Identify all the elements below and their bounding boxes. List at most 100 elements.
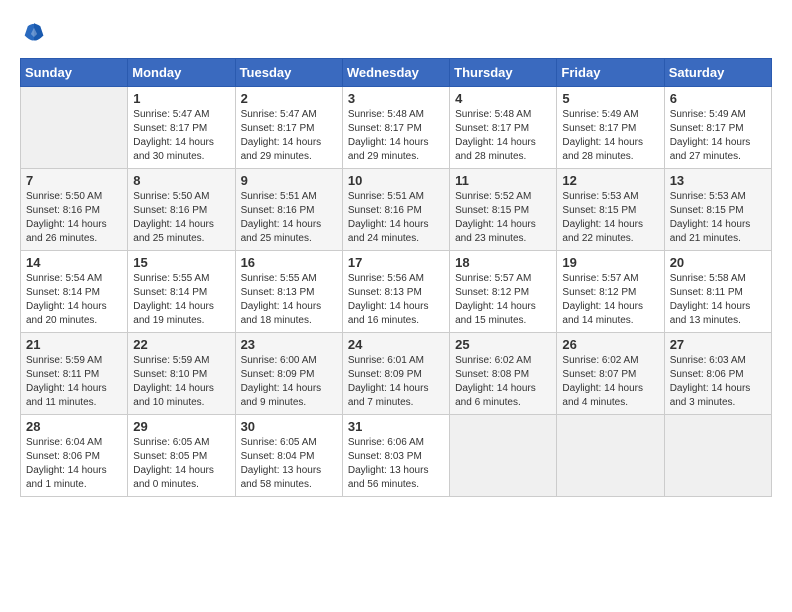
day-info: Sunrise: 5:49 AMSunset: 8:17 PMDaylight:… bbox=[670, 108, 766, 164]
day-info: Sunrise: 6:01 AMSunset: 8:09 PMDaylight:… bbox=[348, 354, 444, 410]
day-info: Sunrise: 6:06 AMSunset: 8:03 PMDaylight:… bbox=[348, 436, 444, 492]
day-info: Sunrise: 5:51 AMSunset: 8:16 PMDaylight:… bbox=[241, 190, 337, 246]
calendar-cell: 7Sunrise: 5:50 AMSunset: 8:16 PMDaylight… bbox=[21, 169, 128, 251]
day-info: Sunrise: 6:03 AMSunset: 8:06 PMDaylight:… bbox=[670, 354, 766, 410]
day-number: 11 bbox=[455, 173, 551, 188]
day-info: Sunrise: 5:50 AMSunset: 8:16 PMDaylight:… bbox=[133, 190, 229, 246]
calendar-cell: 15Sunrise: 5:55 AMSunset: 8:14 PMDayligh… bbox=[128, 251, 235, 333]
day-info: Sunrise: 5:57 AMSunset: 8:12 PMDaylight:… bbox=[455, 272, 551, 328]
day-number: 2 bbox=[241, 91, 337, 106]
calendar-week-2: 7Sunrise: 5:50 AMSunset: 8:16 PMDaylight… bbox=[21, 169, 772, 251]
calendar-cell: 25 Sunrise: 6:02 AMSunset: 8:08 PMDayligh… bbox=[450, 333, 557, 415]
day-number: 22 bbox=[133, 337, 229, 352]
day-number: 13 bbox=[670, 173, 766, 188]
calendar-cell: 3Sunrise: 5:48 AMSunset: 8:17 PMDaylight… bbox=[342, 87, 449, 169]
day-info: Sunrise: 5:56 AMSunset: 8:13 PMDaylight:… bbox=[348, 272, 444, 328]
day-number: 3 bbox=[348, 91, 444, 106]
calendar-cell bbox=[21, 87, 128, 169]
day-number: 25 bbox=[455, 337, 551, 352]
day-info: Sunrise: 6:02 AMSunset: 8:08 PMDaylight:… bbox=[455, 354, 551, 410]
weekday-header-tuesday: Tuesday bbox=[235, 59, 342, 87]
calendar-cell: 27 Sunrise: 6:03 AMSunset: 8:06 PMDayligh… bbox=[664, 333, 771, 415]
day-info: Sunrise: 5:47 AMSunset: 8:17 PMDaylight:… bbox=[241, 108, 337, 164]
day-info: Sunrise: 5:50 AMSunset: 8:16 PMDaylight:… bbox=[26, 190, 122, 246]
calendar-cell: 31Sunrise: 6:06 AMSunset: 8:03 PMDayligh… bbox=[342, 415, 449, 497]
logo-icon bbox=[20, 20, 48, 48]
weekday-header-friday: Friday bbox=[557, 59, 664, 87]
calendar-cell: 28 Sunrise: 6:04 AMSunset: 8:06 PMDayligh… bbox=[21, 415, 128, 497]
day-info: Sunrise: 6:02 AMSunset: 8:07 PMDaylight:… bbox=[562, 354, 658, 410]
logo bbox=[20, 20, 52, 48]
day-number: 29 bbox=[133, 419, 229, 434]
calendar-cell: 16 Sunrise: 5:55 AMSunset: 8:13 PMDayligh… bbox=[235, 251, 342, 333]
day-info: Sunrise: 5:52 AMSunset: 8:15 PMDaylight:… bbox=[455, 190, 551, 246]
calendar-cell: 22 Sunrise: 5:59 AMSunset: 8:10 PMDayligh… bbox=[128, 333, 235, 415]
calendar-cell bbox=[664, 415, 771, 497]
day-number: 10 bbox=[348, 173, 444, 188]
day-info: Sunrise: 6:05 AMSunset: 8:05 PMDaylight:… bbox=[133, 436, 229, 492]
calendar-week-4: 21Sunrise: 5:59 AMSunset: 8:11 PMDayligh… bbox=[21, 333, 772, 415]
calendar-cell: 4 Sunrise: 5:48 AMSunset: 8:17 PMDaylight… bbox=[450, 87, 557, 169]
day-number: 8 bbox=[133, 173, 229, 188]
weekday-header-thursday: Thursday bbox=[450, 59, 557, 87]
calendar-cell: 18 Sunrise: 5:57 AMSunset: 8:12 PMDayligh… bbox=[450, 251, 557, 333]
day-info: Sunrise: 5:48 AMSunset: 8:17 PMDaylight:… bbox=[455, 108, 551, 164]
calendar-cell: 20 Sunrise: 5:58 AMSunset: 8:11 PMDayligh… bbox=[664, 251, 771, 333]
calendar-cell: 13 Sunrise: 5:53 AMSunset: 8:15 PMDayligh… bbox=[664, 169, 771, 251]
day-number: 12 bbox=[562, 173, 658, 188]
weekday-header-sunday: Sunday bbox=[21, 59, 128, 87]
day-number: 16 bbox=[241, 255, 337, 270]
day-info: Sunrise: 5:54 AMSunset: 8:14 PMDaylight:… bbox=[26, 272, 122, 328]
calendar-cell: 5 Sunrise: 5:49 AMSunset: 8:17 PMDaylight… bbox=[557, 87, 664, 169]
weekday-header-row: SundayMondayTuesdayWednesdayThursdayFrid… bbox=[21, 59, 772, 87]
day-info: Sunrise: 5:53 AMSunset: 8:15 PMDaylight:… bbox=[670, 190, 766, 246]
day-info: Sunrise: 5:55 AMSunset: 8:13 PMDaylight:… bbox=[241, 272, 337, 328]
calendar-cell: 11 Sunrise: 5:52 AMSunset: 8:15 PMDayligh… bbox=[450, 169, 557, 251]
calendar-cell: 19 Sunrise: 5:57 AMSunset: 8:12 PMDayligh… bbox=[557, 251, 664, 333]
calendar-cell: 30Sunrise: 6:05 AMSunset: 8:04 PMDayligh… bbox=[235, 415, 342, 497]
calendar-cell bbox=[450, 415, 557, 497]
calendar-cell: 9 Sunrise: 5:51 AMSunset: 8:16 PMDaylight… bbox=[235, 169, 342, 251]
day-number: 30 bbox=[241, 419, 337, 434]
day-info: Sunrise: 5:49 AMSunset: 8:17 PMDaylight:… bbox=[562, 108, 658, 164]
day-number: 26 bbox=[562, 337, 658, 352]
day-info: Sunrise: 5:59 AMSunset: 8:10 PMDaylight:… bbox=[133, 354, 229, 410]
calendar-cell: 26 Sunrise: 6:02 AMSunset: 8:07 PMDayligh… bbox=[557, 333, 664, 415]
day-number: 19 bbox=[562, 255, 658, 270]
day-info: Sunrise: 5:55 AMSunset: 8:14 PMDaylight:… bbox=[133, 272, 229, 328]
calendar-cell: 6Sunrise: 5:49 AMSunset: 8:17 PMDaylight… bbox=[664, 87, 771, 169]
calendar-cell: 17Sunrise: 5:56 AMSunset: 8:13 PMDayligh… bbox=[342, 251, 449, 333]
calendar-cell: 21Sunrise: 5:59 AMSunset: 8:11 PMDayligh… bbox=[21, 333, 128, 415]
calendar-cell: 8 Sunrise: 5:50 AMSunset: 8:16 PMDaylight… bbox=[128, 169, 235, 251]
calendar-cell: 23 Sunrise: 6:00 AMSunset: 8:09 PMDayligh… bbox=[235, 333, 342, 415]
calendar-cell: 12 Sunrise: 5:53 AMSunset: 8:15 PMDayligh… bbox=[557, 169, 664, 251]
weekday-header-monday: Monday bbox=[128, 59, 235, 87]
page-header bbox=[20, 20, 772, 48]
day-info: Sunrise: 5:53 AMSunset: 8:15 PMDaylight:… bbox=[562, 190, 658, 246]
day-info: Sunrise: 5:58 AMSunset: 8:11 PMDaylight:… bbox=[670, 272, 766, 328]
day-info: Sunrise: 5:57 AMSunset: 8:12 PMDaylight:… bbox=[562, 272, 658, 328]
day-number: 9 bbox=[241, 173, 337, 188]
day-info: Sunrise: 6:00 AMSunset: 8:09 PMDaylight:… bbox=[241, 354, 337, 410]
calendar-cell: 2 Sunrise: 5:47 AMSunset: 8:17 PMDaylight… bbox=[235, 87, 342, 169]
day-number: 14 bbox=[26, 255, 122, 270]
day-number: 20 bbox=[670, 255, 766, 270]
day-number: 18 bbox=[455, 255, 551, 270]
day-number: 4 bbox=[455, 91, 551, 106]
weekday-header-wednesday: Wednesday bbox=[342, 59, 449, 87]
calendar-cell: 10 Sunrise: 5:51 AMSunset: 8:16 PMDayligh… bbox=[342, 169, 449, 251]
day-number: 27 bbox=[670, 337, 766, 352]
day-number: 24 bbox=[348, 337, 444, 352]
calendar-table: SundayMondayTuesdayWednesdayThursdayFrid… bbox=[20, 58, 772, 497]
calendar-week-5: 28 Sunrise: 6:04 AMSunset: 8:06 PMDayligh… bbox=[21, 415, 772, 497]
day-number: 1 bbox=[133, 91, 229, 106]
day-number: 23 bbox=[241, 337, 337, 352]
day-number: 5 bbox=[562, 91, 658, 106]
calendar-cell: 1 Sunrise: 5:47 AMSunset: 8:17 PMDaylight… bbox=[128, 87, 235, 169]
calendar-cell: 14 Sunrise: 5:54 AMSunset: 8:14 PMDayligh… bbox=[21, 251, 128, 333]
day-info: Sunrise: 5:47 AMSunset: 8:17 PMDaylight:… bbox=[133, 108, 229, 164]
day-info: Sunrise: 6:04 AMSunset: 8:06 PMDaylight:… bbox=[26, 436, 122, 492]
calendar-week-1: 1 Sunrise: 5:47 AMSunset: 8:17 PMDaylight… bbox=[21, 87, 772, 169]
day-number: 28 bbox=[26, 419, 122, 434]
day-info: Sunrise: 5:51 AMSunset: 8:16 PMDaylight:… bbox=[348, 190, 444, 246]
